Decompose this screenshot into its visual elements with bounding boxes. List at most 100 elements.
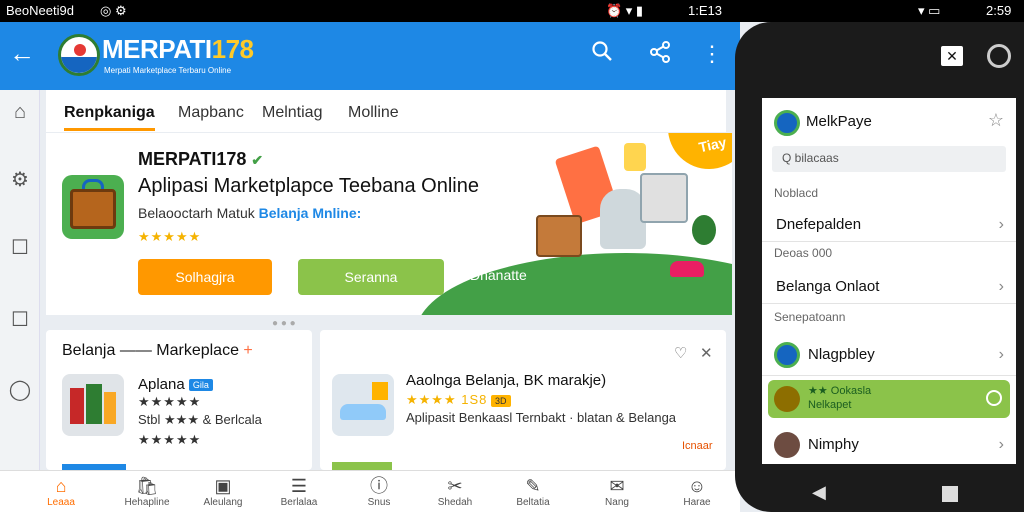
promo-tag: Tiay [660,133,732,177]
profile-icon: ☺ [687,476,707,496]
tab-2[interactable]: Melntiag [262,104,322,122]
nav-cart[interactable]: 🛍 Hehapline [112,475,182,508]
brand-name: MERPATI178 [102,34,254,64]
app-icon [774,342,800,368]
side-rail: ⌂ ⚙ ☐ ☐ ◯ [0,90,40,470]
status-left-text: BeoNeeti9d [6,3,74,18]
card-title: Belanja —— Markeplace + [62,342,253,359]
app-logo [58,34,100,76]
nav-info[interactable]: ⓘ Snus [344,475,414,508]
app-rating: ★★★★ 1S8 3D [406,392,511,408]
heart-icon[interactable]: ♡ [674,344,687,362]
secondary-cta-button[interactable]: Seranna [298,259,444,295]
tab-0[interactable]: Renpkaniga [64,104,155,131]
phone-row-4[interactable]: Nimphy › [762,426,1016,464]
brand-tagline: Merpati Marketplace Terbaru Online [104,66,232,75]
more-options-icon[interactable]: ⋮ [698,40,726,68]
wallet-icon: ▣ [214,476,232,496]
product-icon [774,386,800,412]
marketplace-card: Belanja —— Markeplace + Aplana Gila ★★★★… [46,330,312,470]
tools-icon: ✂ [447,476,463,496]
app-title[interactable]: Aaolnga Belanja, BK marakje) [406,372,606,389]
phone-header: MelkPaye ☆ [762,98,1016,144]
toggle-indicator[interactable] [986,390,1002,406]
box-illustration [640,173,688,223]
status-bar: BeoNeeti9d ◎ ⚙ ⏰ ▾ ▮ 1:E13 ▾ ▭ 2:59 [0,0,1024,22]
product-thumbnail[interactable] [62,374,124,436]
hero-banner: Tiay MERPATI178 ✔ Aplipasi Marketplapce … [46,133,732,315]
chevron-right-icon: › [998,278,1004,295]
search-icon[interactable] [588,40,616,68]
chevron-right-icon: › [998,216,1004,233]
app-bar: ← MERPATI178 Merpati Marketplace Terbaru… [0,22,740,90]
phone-section-label-3: Senepatoann [774,310,846,324]
hero-app-icon [62,175,124,239]
hero-headline: Aplipasi Marketplapce Teebana Online [138,175,479,197]
status-icons: ◎ ⚙ [100,3,127,18]
square-rail-icon[interactable]: ☐ [6,234,34,262]
verified-icon: ✔ [251,152,264,168]
hero-subtitle: Belaooctarh Matuk Belanja Mnline: [138,205,362,221]
phone-highlight-row[interactable]: ★★ Ookasla Nelkapet [768,380,1010,418]
phone-home-icon[interactable] [942,486,958,502]
home-icon: ⌂ [55,476,67,496]
hero-link-button[interactable]: Dhanatte [470,267,527,283]
product-rating: ★★★★★ [138,394,202,409]
tab-3[interactable]: Molline [348,104,399,122]
nav-list[interactable]: ☰ Berlalaa [264,475,334,508]
phone-top-bar: ✕ [755,30,1024,86]
phone-section-label-1: Noblacd [774,186,819,200]
square-rail-icon-2[interactable]: ☐ [6,306,34,334]
phone-back-icon[interactable]: ◀ [812,482,826,503]
list-icon: ☰ [290,476,308,496]
app-card: ♡ ✕ Aaolnga Belanja, BK marakje) ★★★★ 1S… [320,330,726,470]
close-icon[interactable]: ✕ [700,344,713,362]
nav-profile[interactable]: ☺ Harae [662,475,732,508]
signal-icons: ⏰ ▾ ▮ [606,3,644,18]
exit-icon[interactable]: ✕ [941,46,963,66]
nav-edit[interactable]: ✎ Beltatia [498,475,568,508]
cup-illustration [624,143,646,171]
chevron-right-icon: › [998,436,1004,453]
tree-illustration [692,215,716,245]
back-arrow-icon[interactable]: ← [8,38,36,68]
pin-icon[interactable]: ☆ [988,110,1004,131]
nav-tools[interactable]: ✂ Shedah [420,475,490,508]
phone-row-1[interactable]: Dnefepalden › [762,206,1016,242]
message-icon: ✉ [609,476,625,496]
cart-icon: 🛍 [135,476,159,496]
phone-section-label-2: Deoas 000 [774,246,833,260]
share-icon[interactable] [646,40,674,68]
info-icon: ⓘ [370,476,388,496]
nav-home[interactable]: ⌂ Leaaa [26,475,96,508]
app-corner-label: Icnaar [682,440,713,452]
nav-wallet[interactable]: ▣ Aleulang [188,475,258,508]
primary-cta-button[interactable]: Solhagjra [138,259,272,295]
phone-search-input[interactable]: Q bilacaas [772,146,1006,172]
product-rating-2: ★★★★★ [138,432,202,447]
product-meta: Stbl ★★★ & Berlcala [138,412,262,427]
status-time-right: 2:59 [986,3,1012,18]
phone-app-logo [774,110,800,136]
phone-row-2[interactable]: Belanga Onlaot › [762,268,1016,304]
app-thumbnail[interactable] [332,374,394,436]
status-time: 1:E13 [688,3,722,18]
phone-screen: MelkPaye ☆ Q bilacaas Noblacd Dnefepalde… [762,98,1016,464]
nav-messages[interactable]: ✉ Nang [582,475,652,508]
phone-row-3[interactable]: Nlagpbley › [762,334,1016,376]
home-rail-icon[interactable]: ⌂ [6,98,34,126]
carousel-dots[interactable]: ● ● ● [272,318,296,329]
hero-title: MERPATI178 ✔ [138,149,264,169]
app-description: Aplipasit Benkaasl Ternbakt · blatan & B… [406,410,677,425]
product-name[interactable]: Aplana Gila [138,376,213,393]
chevron-right-icon: › [998,346,1004,363]
tab-1[interactable]: Mapbanc [178,104,244,122]
record-icon[interactable] [987,44,1011,68]
circle-rail-icon[interactable]: ◯ [6,376,34,404]
hero-rating: ★★★★★ [138,229,202,244]
wifi-icon: ▾ ▭ [918,3,941,18]
car-illustration [670,261,704,277]
phone-header-title: MelkPaye [806,113,872,130]
settings-rail-icon[interactable]: ⚙ [6,166,34,194]
edit-icon: ✎ [525,476,541,496]
